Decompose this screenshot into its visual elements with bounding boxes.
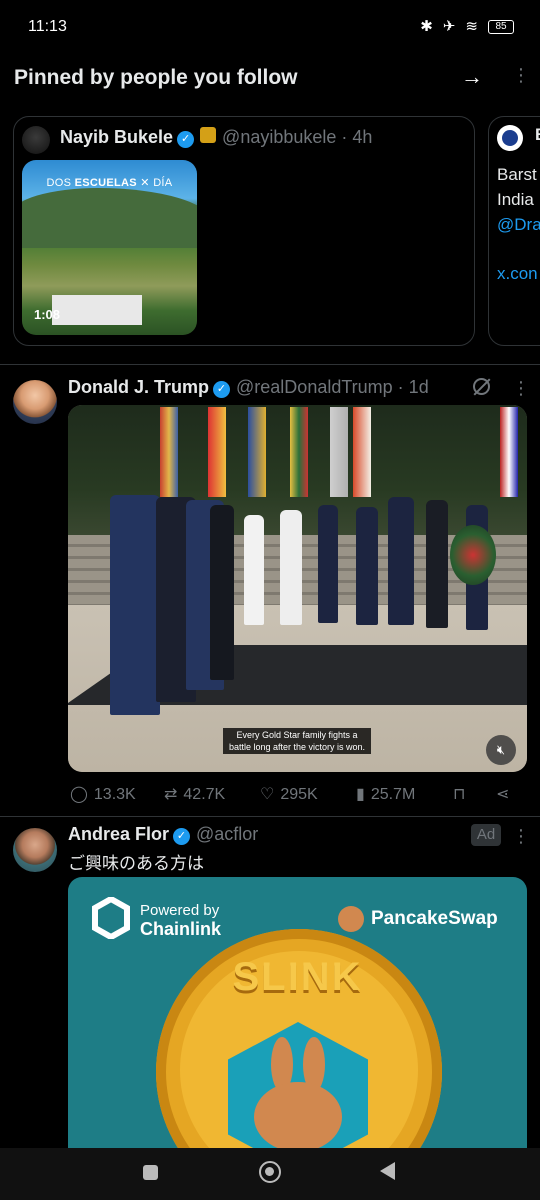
verified-badge-icon: ✓ [173, 828, 191, 845]
pinned-card-barstool[interactable]: B Barst India @Dra x.con [488, 116, 540, 346]
mention-link[interactable]: @Dra [497, 215, 540, 235]
repost-count: 42.7K [183, 786, 226, 803]
more-options-icon[interactable]: ⋮ [512, 826, 530, 847]
pancakeswap-brand: PancakeSwap [371, 908, 498, 929]
person [210, 505, 234, 680]
ad-badge: Ad [471, 824, 501, 846]
repost-button[interactable]: ⇄ 42.7K [164, 784, 225, 804]
airplane-icon: ✈ [442, 18, 456, 35]
home-icon[interactable] [259, 1161, 281, 1183]
landscape-image [22, 188, 197, 248]
avatar[interactable] [13, 380, 57, 424]
chainlink-branding: Powered by Chainlink [140, 902, 222, 939]
pinned-header: Pinned by people you follow → ⋮ [0, 52, 540, 104]
more-options-icon[interactable]: ⋮ [512, 65, 530, 86]
coin-label: SLINK [232, 955, 363, 999]
video-duration: 1:08 [34, 307, 61, 322]
person [318, 505, 338, 623]
pinned-title: Pinned by people you follow [14, 66, 298, 89]
flag [160, 407, 178, 497]
author-name: Nayib Bukele [60, 127, 174, 147]
video-thumbnail[interactable]: DOS ESCUELAS ✕ DÍA 1:08 [22, 160, 197, 335]
views-icon: ▮ [356, 786, 365, 803]
pinned-card-author[interactable]: Nayib Bukele ✓ @nayibbukele · 4h [60, 127, 372, 148]
bunny-icon [254, 1082, 342, 1149]
reply-count: 13.3K [93, 786, 136, 803]
bookmark-icon: ⊓ [453, 786, 466, 803]
pancakeswap-logo-icon [338, 906, 364, 932]
author-name: Andrea Flor [68, 824, 170, 844]
flag [500, 407, 518, 497]
reply-button[interactable]: ◯ 13.3K [70, 784, 136, 804]
barstool-logo-icon[interactable] [497, 125, 523, 151]
author-name: Donald J. Trump [68, 377, 210, 397]
more-options-icon[interactable]: ⋮ [512, 378, 530, 399]
view-count: 25.7M [370, 786, 416, 803]
share-button[interactable]: ⋖ [496, 784, 515, 804]
heart-icon: ♡ [260, 786, 275, 803]
views-button[interactable]: ▮ 25.7M [356, 784, 415, 804]
pinned-card-bukele[interactable]: Nayib Bukele ✓ @nayibbukele · 4h DOS ESCUE… [13, 116, 475, 346]
divider [0, 816, 540, 817]
author-name: B [535, 125, 540, 145]
like-count: 295K [280, 786, 318, 803]
author-handle: @nayibbukele · 4h [222, 127, 373, 147]
card-text-line: India [497, 190, 534, 209]
person [280, 510, 302, 625]
person [356, 507, 378, 625]
ad-image[interactable]: Powered by Chainlink PancakeSwap SLINK [68, 877, 527, 1149]
flag [353, 407, 371, 497]
person [388, 497, 414, 625]
grok-icon[interactable] [473, 378, 490, 395]
status-time: 11:13 [28, 18, 67, 35]
wifi-icon: ≋ [465, 18, 478, 35]
tweet-author[interactable]: Andrea Flor ✓ @acflor [68, 824, 258, 845]
author-handle: @realDonaldTrump · 1d [236, 377, 429, 397]
person [426, 500, 448, 628]
flag [290, 407, 308, 497]
verified-badge-icon: ✓ [177, 131, 195, 148]
wreath [450, 525, 496, 585]
system-navigation-bar [0, 1148, 540, 1200]
back-icon[interactable] [380, 1162, 395, 1180]
tweet-author[interactable]: Donald J. Trump ✓ @realDonaldTrump · 1d [68, 377, 429, 398]
arrow-right-icon[interactable]: → [461, 64, 483, 90]
reply-icon: ◯ [70, 786, 88, 803]
tweet-video[interactable]: Every Gold Star family fights a battle l… [68, 405, 527, 772]
video-subtitle: Every Gold Star family fights a battle l… [223, 728, 371, 754]
school-building-image [52, 295, 142, 325]
mute-icon[interactable]: 🔇︎ [486, 735, 516, 765]
video-title-overlay: DOS ESCUELAS ✕ DÍA [46, 177, 173, 189]
bookmark-button[interactable]: ⊓ [453, 784, 471, 804]
avatar[interactable] [22, 126, 50, 154]
recent-apps-icon[interactable] [143, 1165, 158, 1180]
flag [248, 407, 266, 497]
battery-icon: 85 [488, 20, 514, 34]
flag [330, 407, 348, 497]
verified-badge-icon: ✓ [213, 381, 231, 398]
bluetooth-icon: ✱ [420, 18, 433, 35]
author-handle: @acflor [196, 824, 259, 844]
chainlink-logo-icon [92, 897, 130, 939]
tweet-actions: ◯ 13.3K ⇄ 42.7K ♡ 295K ▮ 25.7M ⊓ ⋖ [68, 784, 528, 806]
like-button[interactable]: ♡ 295K [260, 784, 318, 804]
tweet-text: ご興味のある方は [68, 854, 204, 874]
person [110, 495, 160, 715]
share-icon: ⋖ [496, 786, 510, 803]
repost-icon: ⇄ [164, 786, 178, 803]
avatar[interactable] [13, 828, 57, 872]
status-bar: 11:13 ✱ ✈ ≋ 85 [0, 0, 540, 52]
flag [208, 407, 226, 497]
url-link[interactable]: x.con [497, 264, 538, 284]
card-text-line: Barst [497, 165, 537, 184]
status-icons: ✱ ✈ ≋ 85 [420, 18, 514, 36]
person [244, 515, 264, 625]
affiliate-badge-icon [200, 127, 217, 143]
divider [0, 364, 540, 365]
